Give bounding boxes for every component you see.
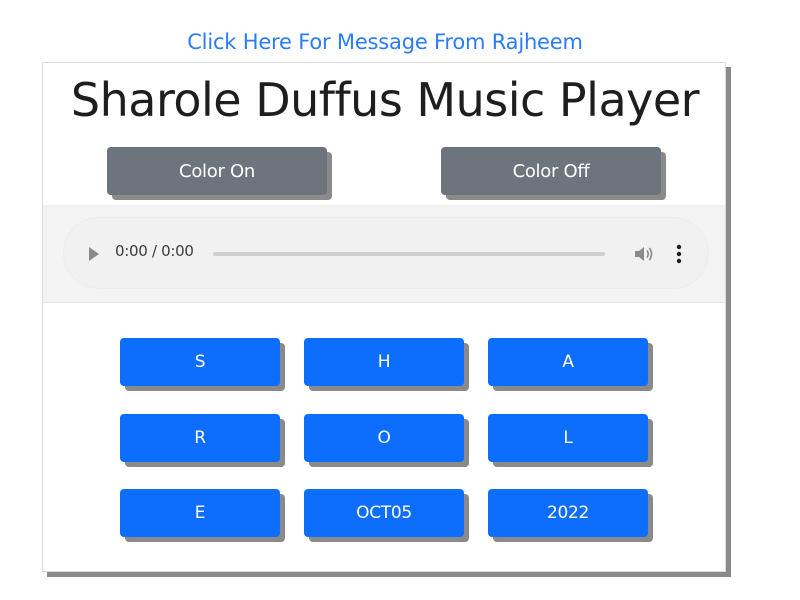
letter-button-l[interactable]: L xyxy=(488,414,648,462)
letter-button-r[interactable]: R xyxy=(120,414,280,462)
color-off-button[interactable]: Color Off xyxy=(441,147,661,195)
letter-button-h[interactable]: H xyxy=(304,338,464,386)
volume-icon[interactable] xyxy=(633,244,655,264)
letter-button-e[interactable]: E xyxy=(120,489,280,537)
letter-button-s[interactable]: S xyxy=(120,338,280,386)
letter-button-o[interactable]: O xyxy=(304,414,464,462)
date-button-oct05[interactable]: OCT05 xyxy=(304,489,464,537)
progress-slider[interactable] xyxy=(213,252,605,256)
music-player-card: Sharole Duffus Music Player Color On Col… xyxy=(42,62,726,572)
audio-section: 0:00 / 0:00 xyxy=(43,205,725,303)
page-title: Sharole Duffus Music Player xyxy=(70,73,700,127)
audio-player[interactable]: 0:00 / 0:00 xyxy=(63,217,709,289)
color-on-button[interactable]: Color On xyxy=(107,147,327,195)
page: Click Here For Message From Rajheem Shar… xyxy=(0,0,800,600)
letter-button-a[interactable]: A xyxy=(488,338,648,386)
more-options-icon[interactable] xyxy=(675,243,683,265)
play-icon[interactable] xyxy=(89,247,99,261)
year-button-2022[interactable]: 2022 xyxy=(488,489,648,537)
time-display: 0:00 / 0:00 xyxy=(115,242,194,260)
message-link[interactable]: Click Here For Message From Rajheem xyxy=(0,30,770,54)
